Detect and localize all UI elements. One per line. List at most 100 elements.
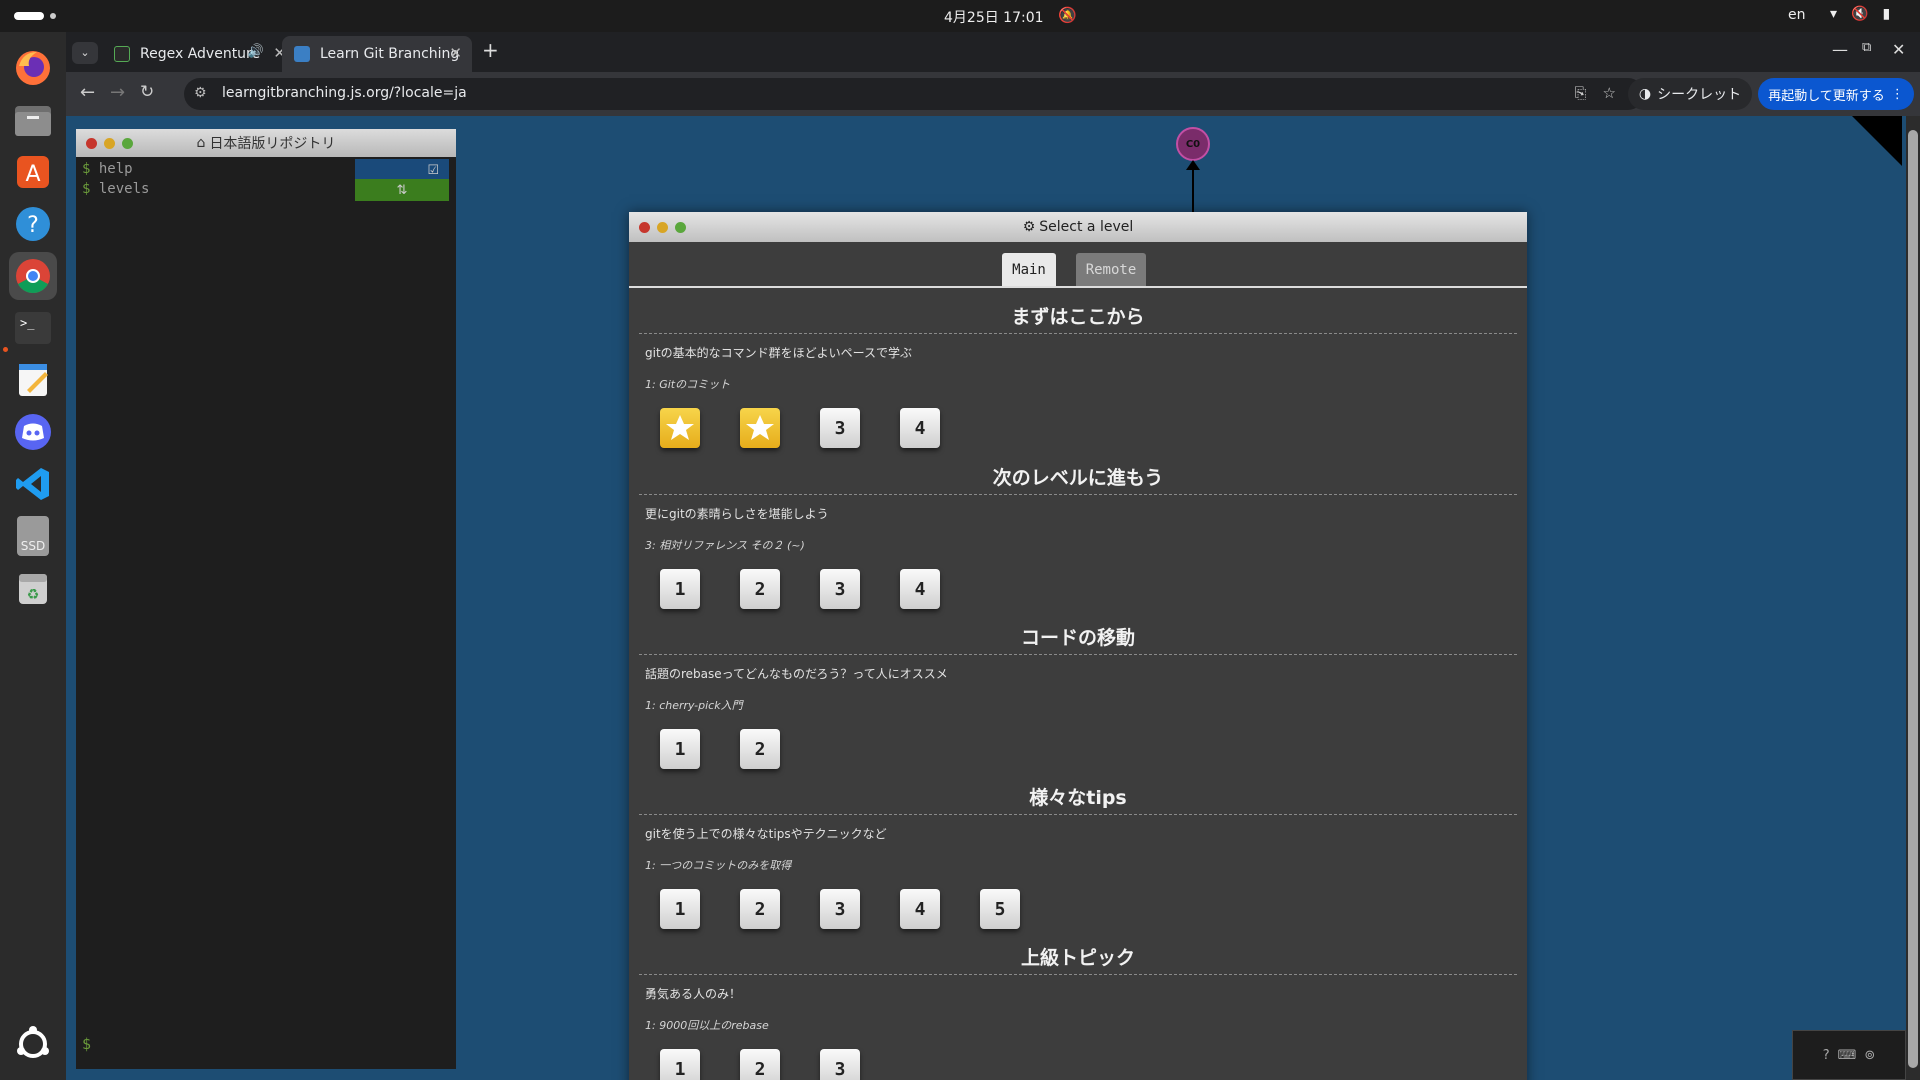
minimize-icon[interactable]: — xyxy=(1832,40,1848,59)
files-icon[interactable] xyxy=(9,96,57,144)
level-button[interactable]: 4 xyxy=(900,889,940,929)
back-icon[interactable]: ← xyxy=(80,82,95,103)
window-close-icon[interactable]: ✕ xyxy=(1892,40,1905,59)
activities-indicator[interactable] xyxy=(14,12,44,20)
discord-icon[interactable] xyxy=(9,408,57,456)
language-indicator[interactable]: en xyxy=(1788,7,1806,23)
command-history-item: $ levels xyxy=(82,181,149,197)
reload-icon[interactable]: ↻ xyxy=(140,82,154,102)
notifications-muted-icon[interactable]: 🔕 xyxy=(1058,6,1077,24)
trash-icon[interactable]: ♻ xyxy=(9,564,57,612)
forward-icon[interactable]: → xyxy=(110,82,125,103)
level-button-completed[interactable] xyxy=(660,408,700,448)
help-question-icon[interactable]: ? xyxy=(1823,1048,1830,1063)
github-corner-icon[interactable] xyxy=(1852,116,1902,166)
close-light-icon[interactable] xyxy=(639,222,650,233)
command-terminal: ⌂ 日本語版リポジトリ $ help ☑ $ levels ⇅ $ xyxy=(76,129,456,1069)
level-button[interactable]: 3 xyxy=(820,408,860,448)
level-button[interactable]: 3 xyxy=(820,569,860,609)
level-button[interactable]: 2 xyxy=(740,889,780,929)
home-icon: ⌂ xyxy=(196,135,206,151)
firefox-icon[interactable] xyxy=(9,44,57,92)
tab-learn-git-branching[interactable]: Learn Git Branching ✕ xyxy=(282,36,472,72)
svg-text:>_: >_ xyxy=(20,316,35,330)
incognito-button[interactable]: ◑ シークレット xyxy=(1628,78,1752,110)
tab-main[interactable]: Main xyxy=(1002,253,1056,286)
commit-node[interactable]: C0 xyxy=(1176,127,1210,161)
tab-search-button[interactable]: ⌄ xyxy=(72,42,98,64)
help-icon[interactable]: ? xyxy=(9,200,57,248)
keyboard-icon[interactable]: ⌨ xyxy=(1838,1048,1857,1063)
git-favicon-icon xyxy=(294,46,310,62)
app-center-icon[interactable]: A xyxy=(9,148,57,196)
level-button[interactable]: 2 xyxy=(740,569,780,609)
command-text: help xyxy=(98,161,133,177)
section-description: gitの基本的なコマンド群をほどよいペースで学ぶ xyxy=(645,346,913,360)
browser-toolbar: ← → ↻ ⚙ learngitbranching.js.org/?locale… xyxy=(66,72,1920,116)
level-button[interactable]: 3 xyxy=(820,1049,860,1080)
level-button[interactable]: 4 xyxy=(900,408,940,448)
level-button[interactable]: 3 xyxy=(820,889,860,929)
maximize-light-icon[interactable] xyxy=(675,222,686,233)
show-apps-icon[interactable] xyxy=(9,1020,57,1068)
vscode-icon[interactable] xyxy=(9,460,57,508)
minimize-light-icon[interactable] xyxy=(657,222,668,233)
terminal-icon[interactable]: >_ xyxy=(9,304,57,352)
url-text[interactable]: learngitbranching.js.org/?locale=ja xyxy=(222,85,467,101)
settings-icon[interactable]: ⊚ xyxy=(1864,1048,1875,1063)
system-tray[interactable]: ▾🔇▮ xyxy=(1830,6,1904,22)
text-editor-icon[interactable] xyxy=(9,356,57,404)
more-menu-icon[interactable]: ⋮ xyxy=(1891,87,1904,102)
new-tab-button[interactable]: + xyxy=(482,38,499,62)
level-button[interactable]: 1 xyxy=(660,569,700,609)
level-button[interactable]: 2 xyxy=(740,1049,780,1080)
translate-icon[interactable]: ⎘ xyxy=(1575,84,1603,102)
level-section: 様々なtips gitを使う上での様々なtipsやテクニックなど 1: 一つのコ… xyxy=(639,783,1517,872)
incognito-label: シークレット xyxy=(1657,87,1742,103)
level-section: 次のレベルに進もう 更にgitの素晴らしさを堪能しよう 3: 相対リファレンス … xyxy=(639,463,1517,552)
scrollbar-thumb[interactable] xyxy=(1908,130,1918,1068)
wifi-icon: ▾ xyxy=(1830,6,1852,22)
maximize-light-icon[interactable] xyxy=(122,138,133,149)
incognito-icon: ◑ xyxy=(1638,86,1652,102)
command-prompt[interactable]: $ xyxy=(82,1035,91,1053)
minimize-light-icon[interactable] xyxy=(104,138,115,149)
section-title: まずはここから xyxy=(639,302,1517,334)
command-history-item: $ help xyxy=(82,161,133,177)
clock[interactable]: 4月25日 17:01 xyxy=(944,7,1044,27)
help-toolbar: ? ⌨ ⊚ xyxy=(1792,1030,1906,1080)
ssd-drive-icon[interactable]: SSD xyxy=(9,512,57,560)
prompt-symbol: $ xyxy=(82,161,91,177)
tab-regex-adventure[interactable]: Regex Adventure Bro 🔊 ✕ xyxy=(102,36,296,72)
level-section: コードの移動 話題のrebaseってどんなものだろう？って人にオススメ 1: c… xyxy=(639,623,1517,712)
level-button[interactable]: 1 xyxy=(660,729,700,769)
close-light-icon[interactable] xyxy=(86,138,97,149)
svg-text:♻: ♻ xyxy=(27,587,40,603)
ssd-label: SSD xyxy=(21,539,45,553)
address-bar[interactable]: ⚙ learngitbranching.js.org/?locale=ja ⎘☆ xyxy=(184,78,1644,110)
workspace-indicator xyxy=(50,13,56,19)
restart-update-button[interactable]: 再起動して更新する ⋮ xyxy=(1758,78,1914,110)
level-tabs: Main Remote xyxy=(629,242,1527,288)
swap-arrows-icon: ⇅ xyxy=(396,182,408,198)
section-title: 上級トピック xyxy=(639,943,1517,975)
level-button[interactable]: 2 xyxy=(740,729,780,769)
level-button[interactable]: 4 xyxy=(900,569,940,609)
level-button[interactable]: 5 xyxy=(980,889,1020,929)
level-button[interactable]: 1 xyxy=(660,1049,700,1080)
audio-playing-icon[interactable]: 🔊 xyxy=(248,44,264,59)
section-title: 様々なtips xyxy=(639,783,1517,815)
level-section: まずはここから gitの基本的なコマンド群をほどよいペースで学ぶ 1: Gitの… xyxy=(639,302,1517,391)
page-scrollbar[interactable] xyxy=(1906,116,1920,1080)
tab-remote[interactable]: Remote xyxy=(1076,253,1146,286)
level-button[interactable]: 1 xyxy=(660,889,700,929)
section-title: コードの移動 xyxy=(639,623,1517,655)
restore-icon[interactable]: ⧉ xyxy=(1862,40,1871,55)
command-success-badge: ☑ xyxy=(355,159,449,181)
level-button-completed[interactable] xyxy=(740,408,780,448)
terminal-title: 日本語版リポジトリ xyxy=(209,136,336,152)
regex-favicon-icon xyxy=(114,46,130,62)
chrome-icon[interactable] xyxy=(9,252,57,300)
close-tab-icon[interactable]: ✕ xyxy=(449,44,462,62)
site-settings-icon[interactable]: ⚙ xyxy=(194,85,207,101)
